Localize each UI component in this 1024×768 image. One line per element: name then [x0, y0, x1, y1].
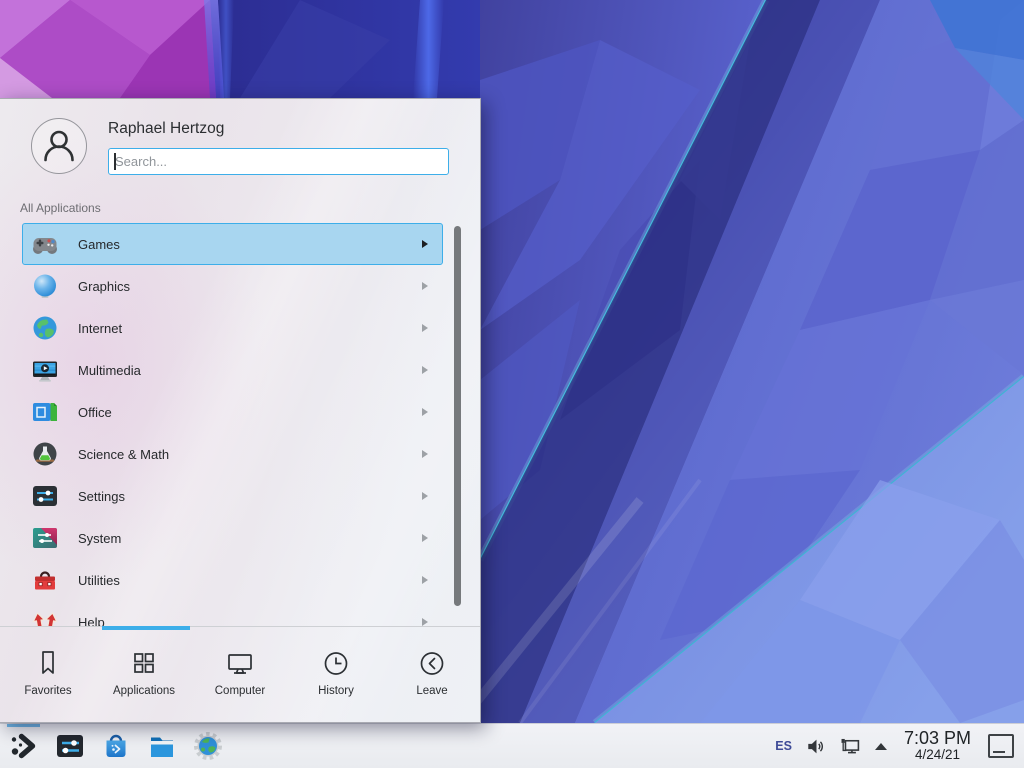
list-scrollbar[interactable]	[454, 226, 461, 606]
system-icon	[32, 525, 58, 551]
show-desktop-glyph	[993, 751, 1005, 754]
launcher-open-indicator	[7, 724, 40, 727]
category-system[interactable]: System	[22, 517, 443, 559]
system-settings-button[interactable]	[54, 730, 86, 762]
gamepad-icon	[32, 231, 58, 257]
category-science-math[interactable]: Science & Math	[22, 433, 443, 475]
taskbar-panel: ES 7:03 PM 4/24/21	[0, 723, 1024, 768]
globe-icon	[32, 315, 58, 341]
desktop: Raphael Hertzog All Applications Games	[0, 0, 1024, 768]
tab-computer[interactable]: Computer	[192, 632, 288, 722]
category-label: System	[78, 531, 121, 546]
folder-icon	[146, 730, 178, 762]
category-label: Settings	[78, 489, 125, 504]
category-settings[interactable]: Settings	[22, 475, 443, 517]
app-launcher-button[interactable]	[8, 730, 40, 762]
submenu-arrow-icon	[422, 282, 428, 290]
clock-icon	[321, 648, 351, 678]
web-settings-button[interactable]	[192, 730, 224, 762]
tab-label: History	[318, 685, 354, 697]
submenu-arrow-icon	[422, 618, 428, 626]
flask-icon	[32, 441, 58, 467]
tab-history[interactable]: History	[288, 632, 384, 722]
keyboard-layout-indicator[interactable]: ES	[775, 739, 792, 753]
category-label: Utilities	[78, 573, 120, 588]
application-launcher-menu: Raphael Hertzog All Applications Games	[0, 98, 481, 723]
submenu-arrow-icon	[422, 450, 428, 458]
search-field[interactable]	[108, 148, 449, 175]
system-tray: ES 7:03 PM 4/24/21	[775, 724, 1024, 768]
tab-leave[interactable]: Leave	[384, 632, 480, 722]
submenu-arrow-icon	[422, 240, 428, 248]
user-avatar[interactable]	[31, 118, 87, 174]
category-graphics[interactable]: Graphics	[22, 265, 443, 307]
system-settings-icon	[54, 730, 86, 762]
tab-label: Computer	[215, 685, 266, 697]
tab-favorites[interactable]: Favorites	[0, 632, 96, 722]
section-label: All Applications	[20, 201, 101, 215]
kde-launcher-icon	[8, 730, 40, 762]
category-games[interactable]: Games	[22, 223, 443, 265]
category-internet[interactable]: Internet	[22, 307, 443, 349]
launcher-tabbar: Favorites Applications Computer	[0, 632, 480, 722]
category-list: Games Graphics	[22, 223, 443, 626]
tab-label: Applications	[113, 685, 175, 697]
category-label: Games	[78, 237, 120, 252]
network-icon[interactable]	[839, 735, 862, 758]
sliders-icon	[32, 483, 58, 509]
tab-applications[interactable]: Applications	[96, 632, 192, 722]
taskbar-launchers	[8, 724, 224, 768]
clock-time: 7:03 PM	[904, 729, 971, 748]
file-manager-button[interactable]	[146, 730, 178, 762]
category-utilities[interactable]: Utilities	[22, 559, 443, 601]
monitor-icon	[225, 648, 255, 678]
category-multimedia[interactable]: Multimedia	[22, 349, 443, 391]
media-player-icon	[32, 357, 58, 383]
expand-tray-arrow-icon[interactable]	[875, 743, 887, 750]
submenu-arrow-icon	[422, 324, 428, 332]
submenu-arrow-icon	[422, 492, 428, 500]
category-office[interactable]: Office	[22, 391, 443, 433]
tab-label: Leave	[416, 685, 447, 697]
discover-bag-icon	[100, 730, 132, 762]
submenu-arrow-icon	[422, 366, 428, 374]
category-help[interactable]: Help	[22, 601, 443, 626]
document-icon	[32, 399, 58, 425]
submenu-arrow-icon	[422, 408, 428, 416]
category-label: Office	[78, 405, 112, 420]
text-cursor	[114, 153, 116, 170]
clock-date: 4/24/21	[904, 748, 971, 762]
category-label: Graphics	[78, 279, 130, 294]
show-desktop-button[interactable]	[988, 734, 1014, 758]
submenu-arrow-icon	[422, 576, 428, 584]
tabbar-separator	[0, 626, 480, 627]
tab-label: Favorites	[24, 685, 71, 697]
volume-icon[interactable]	[805, 736, 826, 757]
user-name: Raphael Hertzog	[108, 120, 224, 138]
sphere-icon	[32, 273, 58, 299]
category-label: Science & Math	[78, 447, 169, 462]
bookmark-icon	[33, 648, 63, 678]
help-icon	[32, 609, 58, 626]
active-tab-indicator	[102, 626, 190, 630]
globe-gear-icon	[192, 730, 224, 762]
search-input[interactable]	[108, 148, 449, 175]
category-label: Internet	[78, 321, 122, 336]
discover-button[interactable]	[100, 730, 132, 762]
category-label: Multimedia	[78, 363, 141, 378]
grid-icon	[129, 648, 159, 678]
leave-icon	[417, 648, 447, 678]
toolbox-icon	[32, 567, 58, 593]
digital-clock[interactable]: 7:03 PM 4/24/21	[904, 729, 971, 762]
submenu-arrow-icon	[422, 534, 428, 542]
category-label: Help	[78, 615, 105, 627]
